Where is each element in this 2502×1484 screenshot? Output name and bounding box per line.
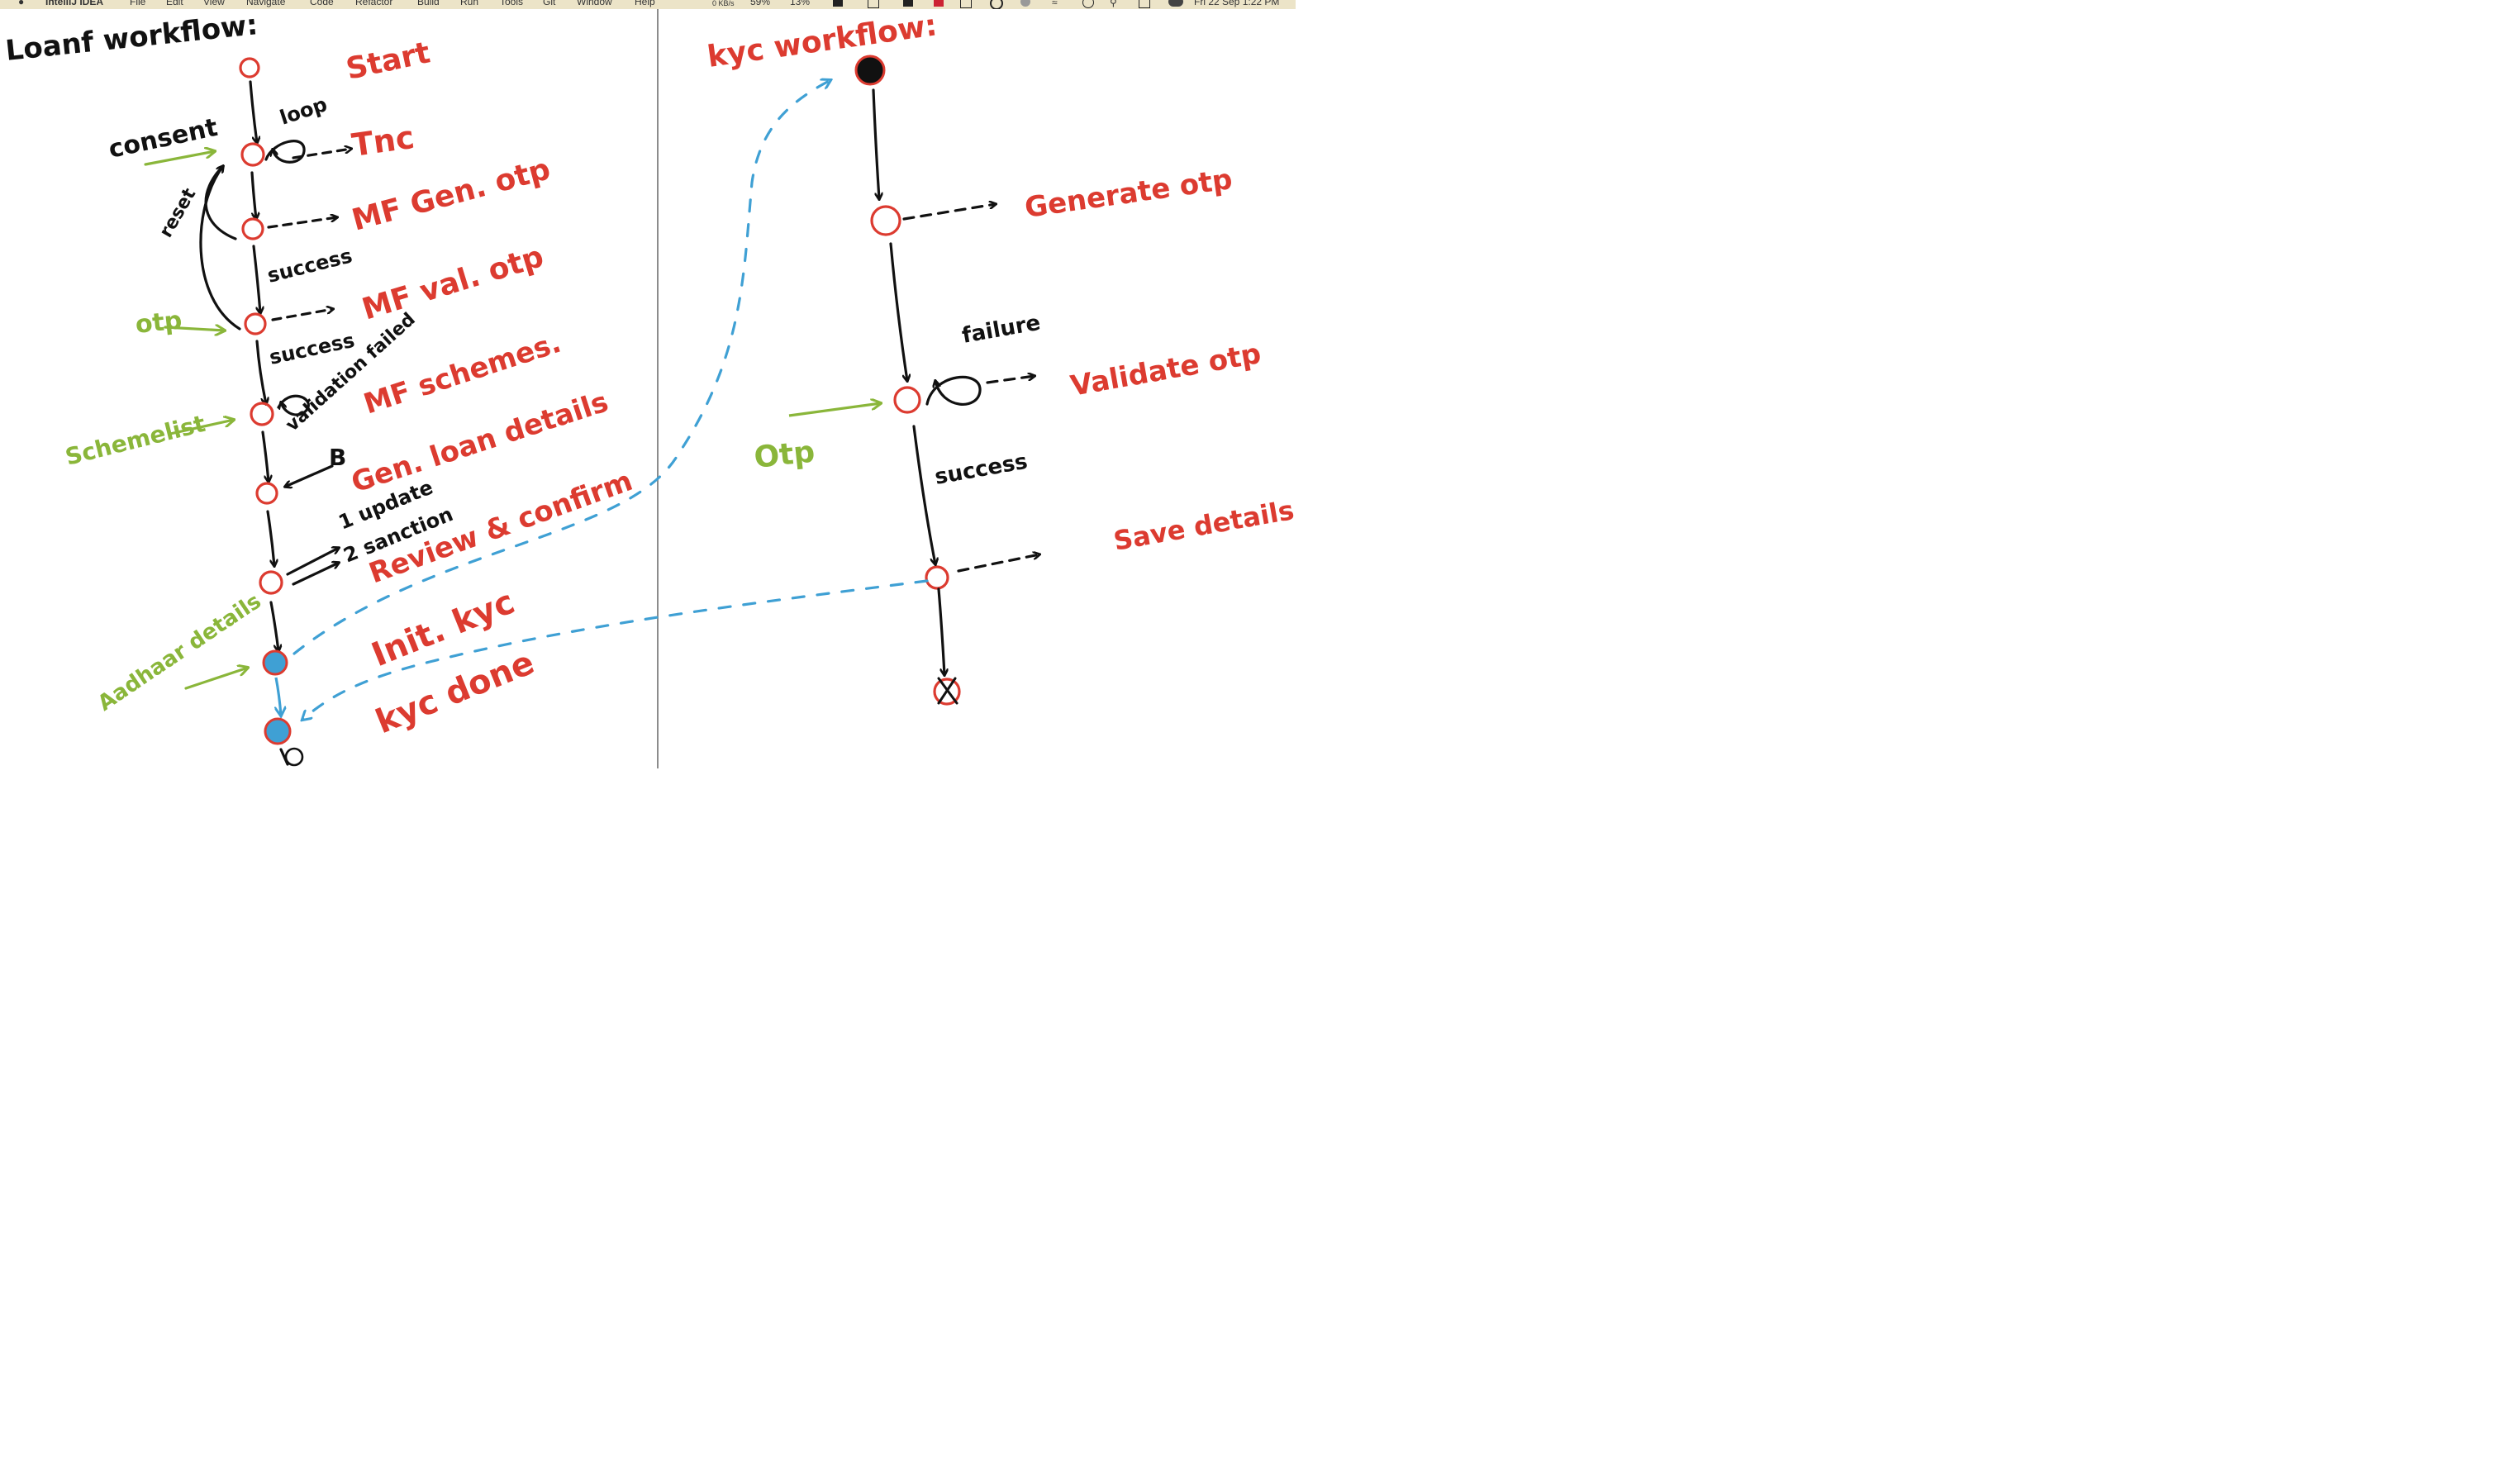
kyc-arrow-start-to-gen: [872, 88, 879, 199]
step-tnc: Tnc: [350, 119, 416, 164]
cpu-stat: 59%: [750, 0, 771, 7]
clock: Fri 22 Sep 1:22 PM: [1194, 0, 1280, 7]
menu-refactor[interactable]: Refactor: [355, 0, 392, 7]
menu-run[interactable]: Run: [460, 0, 478, 7]
whiteboard-canvas: Loanf workflow: B consent otp Schemelist…: [4, 9, 1296, 768]
kyc-workflow-title: kyc workflow:: [706, 9, 939, 74]
annotation-success-2: success: [267, 329, 356, 369]
arrow-gen-to-val: [252, 245, 260, 313]
menu-view[interactable]: View: [203, 0, 225, 7]
network-speed: 0 KB/s: [712, 0, 735, 7]
menu-build[interactable]: Build: [417, 0, 440, 7]
kyc-input-otp: Otp: [753, 435, 816, 474]
wifi-icon[interactable]: ≈: [1052, 0, 1062, 8]
kyc-dashed-save: [957, 554, 1039, 573]
loan-workflow: Loanf workflow: B consent otp Schemelist…: [4, 9, 637, 767]
arrow-start-to-tnc: [249, 80, 257, 143]
menu-help[interactable]: Help: [635, 0, 655, 7]
kyc-loop-failure: [925, 375, 982, 406]
kyc-arrow-save-to-end: [937, 587, 944, 675]
kyc-arrow-gen-to-val: [889, 242, 907, 381]
node-gen-loan: [255, 482, 278, 505]
menu-navigate[interactable]: Navigate: [246, 0, 285, 7]
input-consent: consent: [106, 113, 220, 164]
search-icon[interactable]: ⚲: [1110, 0, 1120, 8]
input-otp: otp: [134, 306, 183, 340]
globe-icon[interactable]: [1020, 0, 1030, 7]
kyc-node-validate-otp: [893, 386, 921, 414]
kyc-node-generate-otp: [870, 205, 901, 236]
menu-edit[interactable]: Edit: [166, 0, 183, 7]
node-review: [259, 570, 283, 595]
input-aadhaar: Aadhaar details: [93, 589, 266, 716]
menu-file[interactable]: File: [130, 0, 145, 7]
double-arrow-bottom: [292, 563, 339, 586]
node-init-kyc: [262, 649, 288, 676]
arrow-loan-to-review: [266, 510, 274, 566]
dashed-to-val-otp: [271, 309, 333, 321]
reset-arc-inner: [204, 164, 237, 240]
menu-code[interactable]: Code: [310, 0, 334, 7]
kyc-step-validate-otp: Validate otp: [1068, 337, 1263, 403]
step-mf-val-otp: MF val. otp: [359, 240, 548, 327]
app-name[interactable]: IntelliJ IDEA: [45, 0, 103, 7]
kyc-workflow: kyc workflow: Otp failure success Genera…: [706, 9, 1296, 706]
kyc-annotation-success: success: [933, 449, 1030, 490]
node-mf-val-otp: [244, 312, 267, 335]
kyc-node-save-details: [925, 565, 949, 590]
step-mf-gen-otp: MF Gen. otp: [349, 152, 554, 237]
kyc-dashed-validate: [986, 376, 1035, 384]
arrow-from-b: [285, 464, 334, 487]
arrow-tnc-to-gen: [250, 171, 256, 219]
dashed-to-tnc: [292, 149, 351, 159]
memory-stat: 13%: [790, 0, 811, 7]
b-marker: B: [329, 444, 346, 471]
kyc-step-generate-otp: Generate otp: [1023, 163, 1234, 225]
node-mf-gen-otp: [241, 217, 264, 240]
node-kyc-done: [264, 717, 292, 745]
step-start: Start: [343, 36, 433, 86]
node-end-partial: [284, 747, 304, 767]
kyc-annotation-failure: failure: [960, 311, 1042, 349]
display-icon[interactable]: [868, 0, 879, 8]
arrow-schemes-to-loan: [261, 430, 269, 482]
annotation-reset: reset: [156, 184, 201, 241]
menu-git[interactable]: Git: [543, 0, 555, 7]
target-icon[interactable]: [990, 0, 1003, 9]
kyc-dashed-generate: [902, 204, 996, 221]
kyc-node-start: [854, 55, 886, 86]
arrow-val-to-schemes: [255, 340, 266, 404]
node-tnc: [240, 142, 265, 167]
annotation-success-1: success: [265, 244, 354, 287]
toggle-icon[interactable]: [1168, 0, 1183, 7]
node-start: [239, 57, 260, 78]
double-arrow-top: [286, 548, 339, 576]
folder-icon[interactable]: [903, 0, 913, 7]
battery-icon[interactable]: [833, 0, 843, 7]
control-center-icon[interactable]: [1139, 0, 1150, 8]
kyc-step-save-details: Save details: [1111, 494, 1296, 557]
arrow-review-to-initkyc: [269, 601, 278, 651]
input-schemelist: Schemelist: [63, 410, 208, 471]
recording-icon[interactable]: [934, 0, 944, 7]
node-mf-schemes: [250, 402, 274, 426]
kyc-arrow-val-to-save: [912, 425, 935, 564]
menubar: ● IntelliJ IDEA File Edit View Navigate …: [0, 0, 1296, 9]
loop-arrow-tnc: [264, 140, 306, 164]
arrow-init-to-done: [276, 677, 281, 716]
package-icon[interactable]: [960, 0, 972, 8]
dashed-to-gen-otp: [267, 217, 337, 229]
loan-workflow-title: Loanf workflow:: [4, 9, 259, 68]
play-icon[interactable]: [1082, 0, 1094, 8]
kyc-input-arrow-otp: [788, 403, 881, 417]
annotation-loop: loop: [277, 93, 330, 130]
menu-window[interactable]: Window: [577, 0, 612, 7]
menu-tools[interactable]: Tools: [500, 0, 523, 7]
apple-icon[interactable]: ●: [18, 0, 24, 7]
input-arrow-aadhaar: [184, 668, 248, 690]
